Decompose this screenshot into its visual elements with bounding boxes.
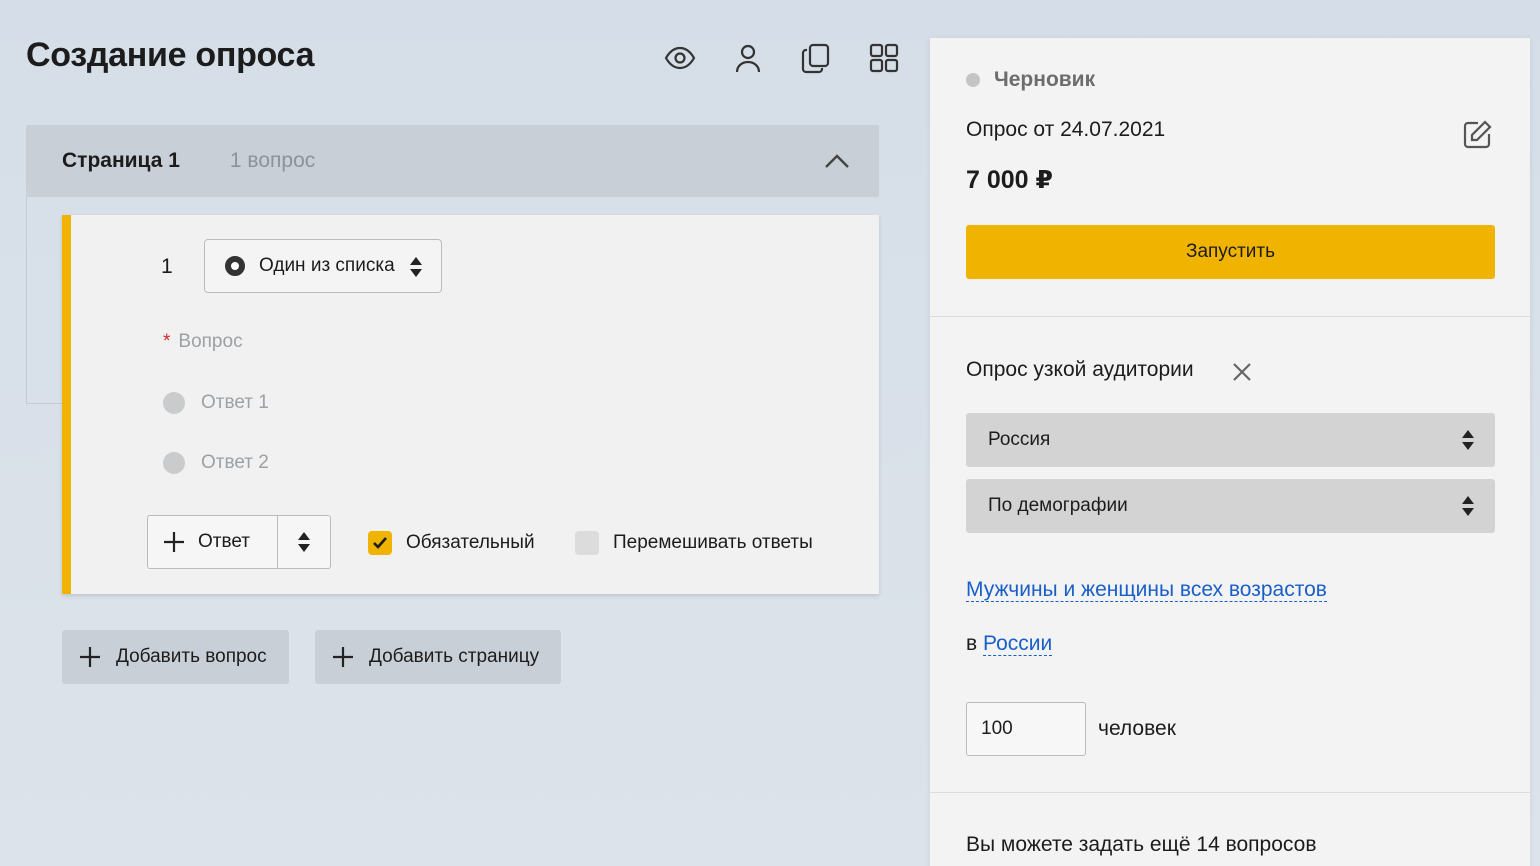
status-badge: Черновик <box>966 68 1095 92</box>
region-prefix: в <box>966 632 978 655</box>
answer-label: Ответ 1 <box>201 392 269 413</box>
page-question-count: 1 вопрос <box>229 149 316 172</box>
question-text-input[interactable]: * Вопрос <box>163 331 243 353</box>
audience-button[interactable] <box>726 38 770 78</box>
add-answer-button[interactable]: Ответ <box>148 516 277 568</box>
status-label: Черновик <box>994 68 1096 91</box>
sort-arrows-icon <box>410 257 422 277</box>
add-page-button[interactable]: Добавить страницу <box>315 630 562 684</box>
page-title: Создание опроса <box>26 36 315 74</box>
checkbox-unchecked <box>575 531 599 555</box>
grid-icon <box>869 43 899 73</box>
plus-icon <box>333 647 353 667</box>
sort-arrows-icon <box>1462 496 1474 516</box>
required-label: Обязательный <box>406 532 535 553</box>
close-icon <box>1233 363 1251 381</box>
add-question-label: Добавить вопрос <box>116 646 267 667</box>
copy-button[interactable] <box>794 38 838 78</box>
shuffle-checkbox[interactable]: Перемешивать ответы <box>575 531 813 555</box>
remove-audience-button[interactable] <box>1230 360 1254 384</box>
respondents-unit: человек <box>1098 717 1176 740</box>
audience-title: Опрос узкой аудитории <box>966 358 1194 381</box>
answer-type-dropdown[interactable] <box>276 516 330 568</box>
radio-icon <box>225 256 245 276</box>
page-section-title: Страница 1 <box>62 149 180 172</box>
survey-sidebar: Черновик Опрос от 24.07.2021 7 000 ₽ Зап… <box>930 38 1530 866</box>
user-icon <box>735 44 761 73</box>
demographic-link[interactable]: Мужчины и женщины всех возрастов <box>966 578 1327 602</box>
add-answer-control: Ответ <box>147 515 331 569</box>
answer-option[interactable]: Ответ 2 <box>163 452 269 474</box>
page-section-border <box>26 197 66 404</box>
answer-option[interactable]: Ответ 1 <box>163 392 269 414</box>
collapse-button[interactable] <box>821 147 853 175</box>
sort-arrows-icon <box>1462 430 1474 450</box>
demographic-line: Мужчины и женщины всех возрастов <box>966 578 1327 602</box>
copy-icon <box>801 43 830 74</box>
add-question-button[interactable]: Добавить вопрос <box>62 630 289 684</box>
layout-button[interactable] <box>862 38 906 78</box>
divider <box>930 792 1530 793</box>
respondents-count-input[interactable] <box>966 702 1086 756</box>
plus-icon <box>80 647 100 667</box>
shuffle-label: Перемешивать ответы <box>613 532 813 553</box>
question-number: 1 <box>161 255 173 278</box>
region-link[interactable]: России <box>983 632 1053 656</box>
add-page-label: Добавить страницу <box>369 646 540 667</box>
checkbox-checked <box>368 531 392 555</box>
survey-price: 7 000 ₽ <box>966 166 1053 194</box>
divider <box>930 316 1530 317</box>
required-star: * <box>163 331 171 352</box>
question-type-select[interactable]: Один из списка <box>204 239 442 293</box>
question-placeholder: Вопрос <box>178 331 243 352</box>
preview-button[interactable] <box>658 38 702 78</box>
eye-icon <box>664 46 696 70</box>
radio-placeholder-icon <box>163 392 185 414</box>
answer-label: Ответ 2 <box>201 452 269 473</box>
question-type-label: Один из списка <box>259 255 395 276</box>
required-checkbox[interactable]: Обязательный <box>368 531 535 555</box>
survey-name: Опрос от 24.07.2021 <box>966 118 1166 141</box>
edit-icon <box>1463 120 1492 149</box>
targeting-select[interactable]: По демографии <box>966 479 1495 533</box>
chevron-up-icon <box>825 154 849 168</box>
region-select[interactable]: Россия <box>966 413 1495 467</box>
sort-arrows-icon <box>297 532 310 552</box>
status-dot-icon <box>966 73 980 87</box>
question-card: 1 Один из списка * Вопрос Ответ 1 Ответ 2… <box>62 215 879 594</box>
region-line: в России <box>966 632 1053 656</box>
edit-name-button[interactable] <box>1460 118 1494 152</box>
region-select-value: Россия <box>988 429 1051 450</box>
radio-placeholder-icon <box>163 452 185 474</box>
plus-icon <box>164 532 184 552</box>
page-section-header[interactable]: Страница 1 1 вопрос <box>26 125 879 197</box>
targeting-select-value: По демографии <box>988 495 1128 516</box>
questions-remaining: Вы можете задать ещё 14 вопросов <box>966 833 1317 856</box>
toolbar <box>658 38 906 78</box>
checkmark-icon <box>373 537 387 549</box>
add-answer-label: Ответ <box>198 531 250 552</box>
launch-button[interactable]: Запустить <box>966 225 1495 279</box>
